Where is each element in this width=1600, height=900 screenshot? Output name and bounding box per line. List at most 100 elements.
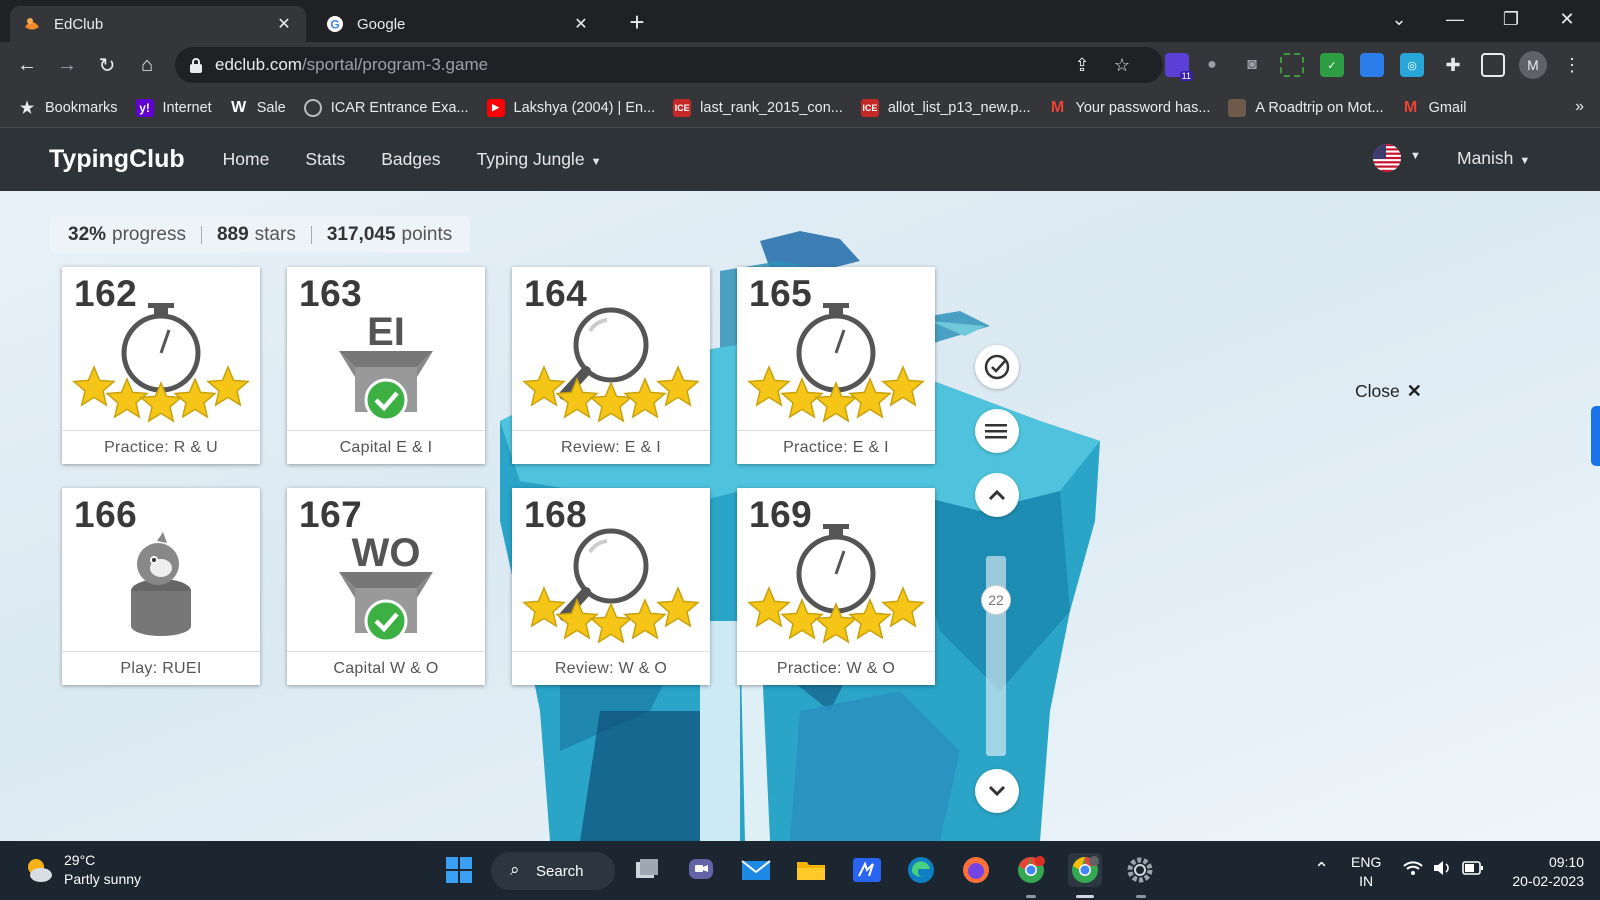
language-caret-icon[interactable]: ▼ (1410, 150, 1421, 162)
blue-square-extension-icon[interactable] (1360, 53, 1384, 77)
lesson-card-169[interactable]: 169 Practice: W & O (737, 488, 935, 685)
tab-google[interactable]: G Google ✕ (313, 6, 603, 42)
brand-logo[interactable]: TypingClub (49, 145, 185, 174)
shield-extension-icon[interactable]: ✓ (1320, 53, 1344, 77)
language-indicator[interactable]: ENG IN (1351, 853, 1381, 891)
lesson-label: Capital E & I (287, 430, 485, 464)
bookmark-label: allot_list_p13_new.p... (887, 99, 1031, 116)
menu-button[interactable] (975, 409, 1019, 453)
lesson-card-163[interactable]: EI 163 Capital E & I (287, 267, 485, 464)
tab-close-icon[interactable]: ✕ (274, 14, 294, 34)
page-content: TypingClub Home Stats Badges Typing Jung… (0, 128, 1600, 841)
nav-badges[interactable]: Badges (381, 149, 440, 170)
divider (310, 225, 312, 244)
restore-button[interactable]: ❐ (1483, 0, 1539, 38)
address-bar[interactable]: edclub.com/sportal/program-3.game ⇪ ☆ (175, 47, 1163, 83)
star-icon (623, 377, 667, 419)
firefox-icon[interactable] (959, 853, 993, 887)
share-icon[interactable]: ⇪ (1072, 55, 1092, 75)
bookmark-item[interactable]: W Sale (230, 99, 286, 117)
battery-icon[interactable] (1462, 861, 1484, 878)
edge-browser-icon[interactable] (904, 853, 938, 887)
profile-avatar[interactable]: M (1519, 51, 1547, 79)
caret-down-icon: ▼ (1519, 155, 1531, 167)
settings-gear-icon[interactable] (1123, 853, 1157, 887)
chrome-profile-m-icon[interactable] (1068, 853, 1102, 887)
file-explorer-icon[interactable] (794, 853, 828, 887)
user-menu[interactable]: Manish ▼ (1457, 148, 1530, 169)
nav-typing-jungle[interactable]: Typing Jungle ▼ (477, 149, 602, 170)
new-tab-button[interactable]: + (622, 8, 652, 38)
camera-extension-icon[interactable]: ◙ (1240, 53, 1264, 77)
star-icon (656, 586, 700, 628)
close-button[interactable]: Close ✕ (1355, 381, 1422, 402)
close-window-button[interactable]: ✕ (1539, 0, 1595, 38)
scroll-up-button[interactable] (975, 473, 1019, 517)
lesson-card-168[interactable]: 168 Review: W & O (512, 488, 710, 685)
side-panel-icon[interactable] (1481, 53, 1505, 77)
tab-edclub[interactable]: EdClub ✕ (10, 6, 306, 42)
side-edge-tab[interactable] (1591, 406, 1600, 466)
photo-icon (1228, 98, 1247, 117)
bookmarks-bar: ★ Bookmarks y! Internet W Sale ICAR Entranc… (0, 88, 1600, 128)
bookmark-star-icon[interactable]: ☆ (1112, 55, 1132, 75)
nav-stats[interactable]: Stats (305, 149, 345, 170)
lock-icon (190, 58, 202, 73)
volume-icon[interactable] (1432, 859, 1452, 880)
completed-filter-button[interactable] (975, 345, 1019, 389)
lesson-number: 166 (74, 494, 138, 535)
forward-icon[interactable]: → (52, 50, 82, 80)
pdf-icon: ICE (860, 98, 879, 117)
star-icon (623, 598, 667, 640)
extension-badge-icon[interactable]: 11 (1165, 53, 1193, 81)
mail-icon[interactable] (739, 853, 773, 887)
home-icon[interactable]: ⌂ (132, 50, 162, 80)
running-indicator (1076, 895, 1094, 898)
windows-start-icon[interactable] (442, 853, 476, 887)
weather-temp: 29°C (64, 852, 96, 868)
star-icon (656, 365, 700, 407)
nav-home[interactable]: Home (223, 149, 270, 170)
bookmark-item[interactable]: M Gmail (1402, 99, 1467, 117)
w-icon: W (231, 98, 247, 116)
chrome-profile-v-icon[interactable] (1014, 853, 1048, 887)
lesson-card-166[interactable]: 166 Play: RUEI (62, 488, 260, 685)
lesson-number: 168 (524, 494, 588, 535)
app-icon[interactable] (850, 853, 884, 887)
us-flag-icon[interactable] (1373, 144, 1401, 172)
box-letters: EI (367, 310, 405, 354)
url-text: edclub.com/sportal/program-3.game (215, 55, 488, 75)
bookmark-item[interactable]: ICE allot_list_p13_new.p... (860, 98, 1031, 117)
scroll-down-button[interactable] (975, 769, 1019, 813)
target-extension-icon[interactable]: ◎ (1400, 53, 1424, 77)
minimize-button[interactable]: — (1427, 0, 1483, 38)
bookmark-item[interactable]: ★ Bookmarks (18, 99, 118, 117)
teams-chat-icon[interactable] (684, 853, 718, 887)
tab-close-icon[interactable]: ✕ (571, 14, 591, 34)
back-icon[interactable]: ← (12, 50, 42, 80)
bookmark-item[interactable]: y! Internet (135, 98, 212, 117)
reload-icon[interactable]: ↻ (92, 50, 122, 80)
puzzle-extensions-icon[interactable]: ✚ (1441, 53, 1465, 77)
menu-kebab-icon[interactable]: ⋮ (1560, 53, 1584, 77)
taskbar-search[interactable]: ⌕ Search (491, 852, 615, 890)
bookmark-item[interactable]: M Your password has... (1049, 99, 1211, 117)
lesson-card-164[interactable]: 164 Review: E & I (512, 267, 710, 464)
youtube-icon: ▶ (486, 98, 505, 117)
lesson-card-167[interactable]: WO 167 Capital W & O (287, 488, 485, 685)
clock[interactable]: 09:10 20-02-2023 (1504, 853, 1584, 891)
mouse-extension-icon[interactable]: ● (1200, 53, 1224, 77)
screenshot-extension-icon[interactable] (1280, 53, 1304, 77)
tab-search-icon[interactable]: ⌄ (1371, 0, 1427, 38)
lesson-card-162[interactable]: 162 Practice: R & U (62, 267, 260, 464)
weather-widget[interactable]: 29°C Partly sunny (24, 851, 141, 889)
bookmark-item[interactable]: ICAR Entrance Exa... (303, 98, 469, 117)
bookmark-item[interactable]: ▶ Lakshya (2004) | En... (486, 98, 655, 117)
lesson-card-165[interactable]: 165 Practice: E & I (737, 267, 935, 464)
task-view-icon[interactable] (630, 853, 664, 887)
bookmark-item[interactable]: A Roadtrip on Mot... (1228, 98, 1384, 117)
bookmark-item[interactable]: ICE last_rank_2015_con... (673, 98, 843, 117)
wifi-icon[interactable] (1403, 859, 1423, 880)
show-hidden-icons-icon[interactable]: ⌃ (1314, 859, 1329, 880)
more-bookmarks-icon[interactable]: » (1575, 98, 1584, 116)
